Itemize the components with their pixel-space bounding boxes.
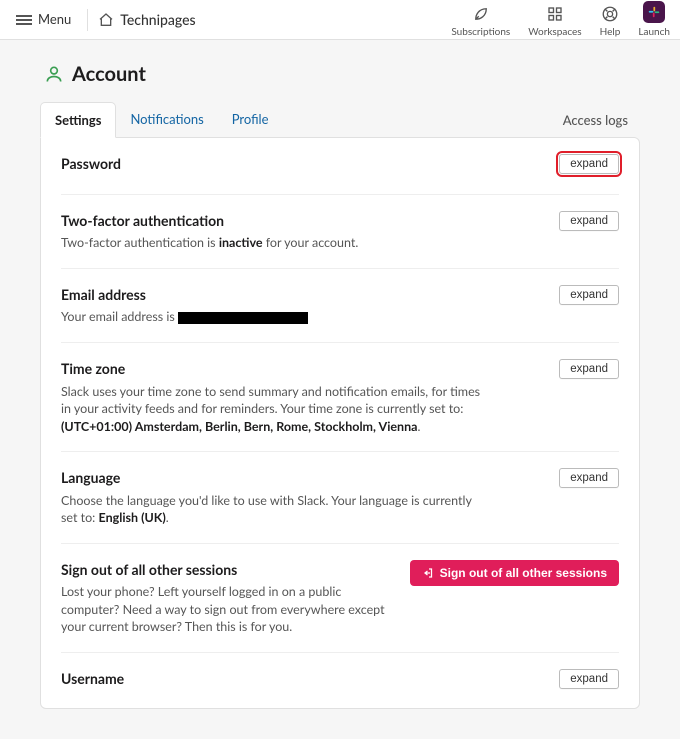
tab-profile[interactable]: Profile [218, 102, 283, 138]
section-timezone: Time zone Slack uses your time zone to s… [61, 343, 619, 452]
section-title: Email address [61, 285, 547, 305]
section-signout: Sign out of all other sessions Lost your… [61, 544, 619, 653]
nav-subscriptions[interactable]: Subscriptions [451, 5, 510, 39]
text: Slack uses your time zone to send summar… [61, 384, 480, 417]
button-label: Sign out of all other sessions [440, 566, 607, 580]
menu-label: Menu [38, 10, 71, 28]
section-title: Language [61, 468, 547, 488]
expand-button-username[interactable]: expand [559, 669, 619, 689]
text: . [417, 419, 420, 434]
rocket-icon [472, 5, 490, 23]
timezone-value: (UTC+01:00) Amsterdam, Berlin, Bern, Rom… [61, 419, 417, 434]
menu-button[interactable]: Menu [10, 6, 77, 32]
section-body: Choose the language you'd like to use wi… [61, 492, 481, 527]
section-title: Time zone [61, 359, 547, 379]
topbar: Menu Technipages Subscriptions Workspace… [0, 0, 680, 40]
expand-button-two-factor[interactable]: expand [559, 211, 619, 231]
nav-label: Help [600, 25, 621, 39]
section-title: Password [61, 154, 121, 174]
site-name: Technipages [120, 10, 195, 30]
page-title-row: Account [44, 60, 636, 88]
section-username: Username expand [61, 653, 619, 709]
tabs-row: Settings Notifications Profile Access lo… [40, 102, 640, 138]
redacted-email [178, 312, 308, 324]
nav-label: Launch [638, 25, 670, 39]
nav-help[interactable]: Help [600, 5, 621, 39]
section-title: Username [61, 669, 124, 689]
tab-notifications[interactable]: Notifications [116, 102, 217, 138]
section-email: Email address Your email address is expa… [61, 269, 619, 343]
access-logs-link[interactable]: Access logs [563, 111, 628, 129]
nav-launch[interactable]: Launch [638, 1, 670, 39]
signout-icon [422, 567, 434, 579]
language-value: English (UK) [99, 510, 166, 525]
nav-label: Subscriptions [451, 25, 510, 39]
text: . [166, 510, 169, 525]
section-body: Two-factor authentication is inactive fo… [61, 234, 481, 252]
grid-icon [546, 5, 564, 23]
text: Your email address is [61, 309, 178, 324]
tabs: Settings Notifications Profile [40, 102, 283, 138]
user-icon [44, 64, 64, 84]
text: Two-factor authentication is [61, 235, 219, 250]
nav-label: Workspaces [528, 25, 581, 39]
section-title: Two-factor authentication [61, 211, 547, 231]
section-body: Slack uses your time zone to send summar… [61, 383, 481, 436]
section-two-factor: Two-factor authentication Two-factor aut… [61, 195, 619, 269]
topbar-left: Menu Technipages [10, 6, 196, 32]
hamburger-icon [16, 15, 32, 25]
page-title: Account [72, 60, 146, 88]
expand-button-timezone[interactable]: expand [559, 359, 619, 379]
section-language: Language Choose the language you'd like … [61, 452, 619, 544]
twofa-status: inactive [219, 235, 263, 250]
section-title: Sign out of all other sessions [61, 560, 398, 580]
divider [87, 9, 88, 31]
signout-all-button[interactable]: Sign out of all other sessions [410, 560, 619, 586]
home-icon [98, 12, 114, 28]
section-body: Your email address is [61, 308, 481, 326]
page: Account Settings Notifications Profile A… [40, 60, 640, 709]
nav-workspaces[interactable]: Workspaces [528, 5, 581, 39]
help-icon [601, 5, 619, 23]
text: for your account. [263, 235, 359, 250]
section-password: Password expand [61, 138, 619, 195]
expand-button-language[interactable]: expand [559, 468, 619, 488]
home-link[interactable]: Technipages [98, 10, 195, 30]
slack-icon [643, 1, 665, 23]
section-body: Lost your phone? Left yourself logged in… [61, 583, 398, 636]
settings-panel: Password expand Two-factor authenticatio… [40, 137, 640, 709]
expand-button-email[interactable]: expand [559, 285, 619, 305]
tab-settings[interactable]: Settings [40, 102, 116, 138]
expand-button-password[interactable]: expand [559, 154, 619, 174]
topbar-right: Subscriptions Workspaces Help Launch [451, 1, 670, 39]
